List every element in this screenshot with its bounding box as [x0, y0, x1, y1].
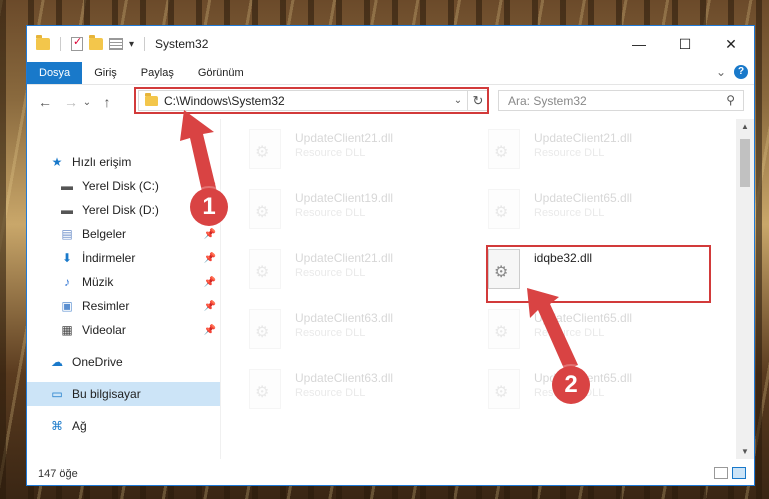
arrow-1 [180, 110, 217, 196]
annotation-arrows [180, 110, 578, 371]
step-marker-1: 1 [190, 188, 228, 226]
arrow-2 [527, 288, 578, 371]
step-marker-2: 2 [552, 366, 590, 404]
